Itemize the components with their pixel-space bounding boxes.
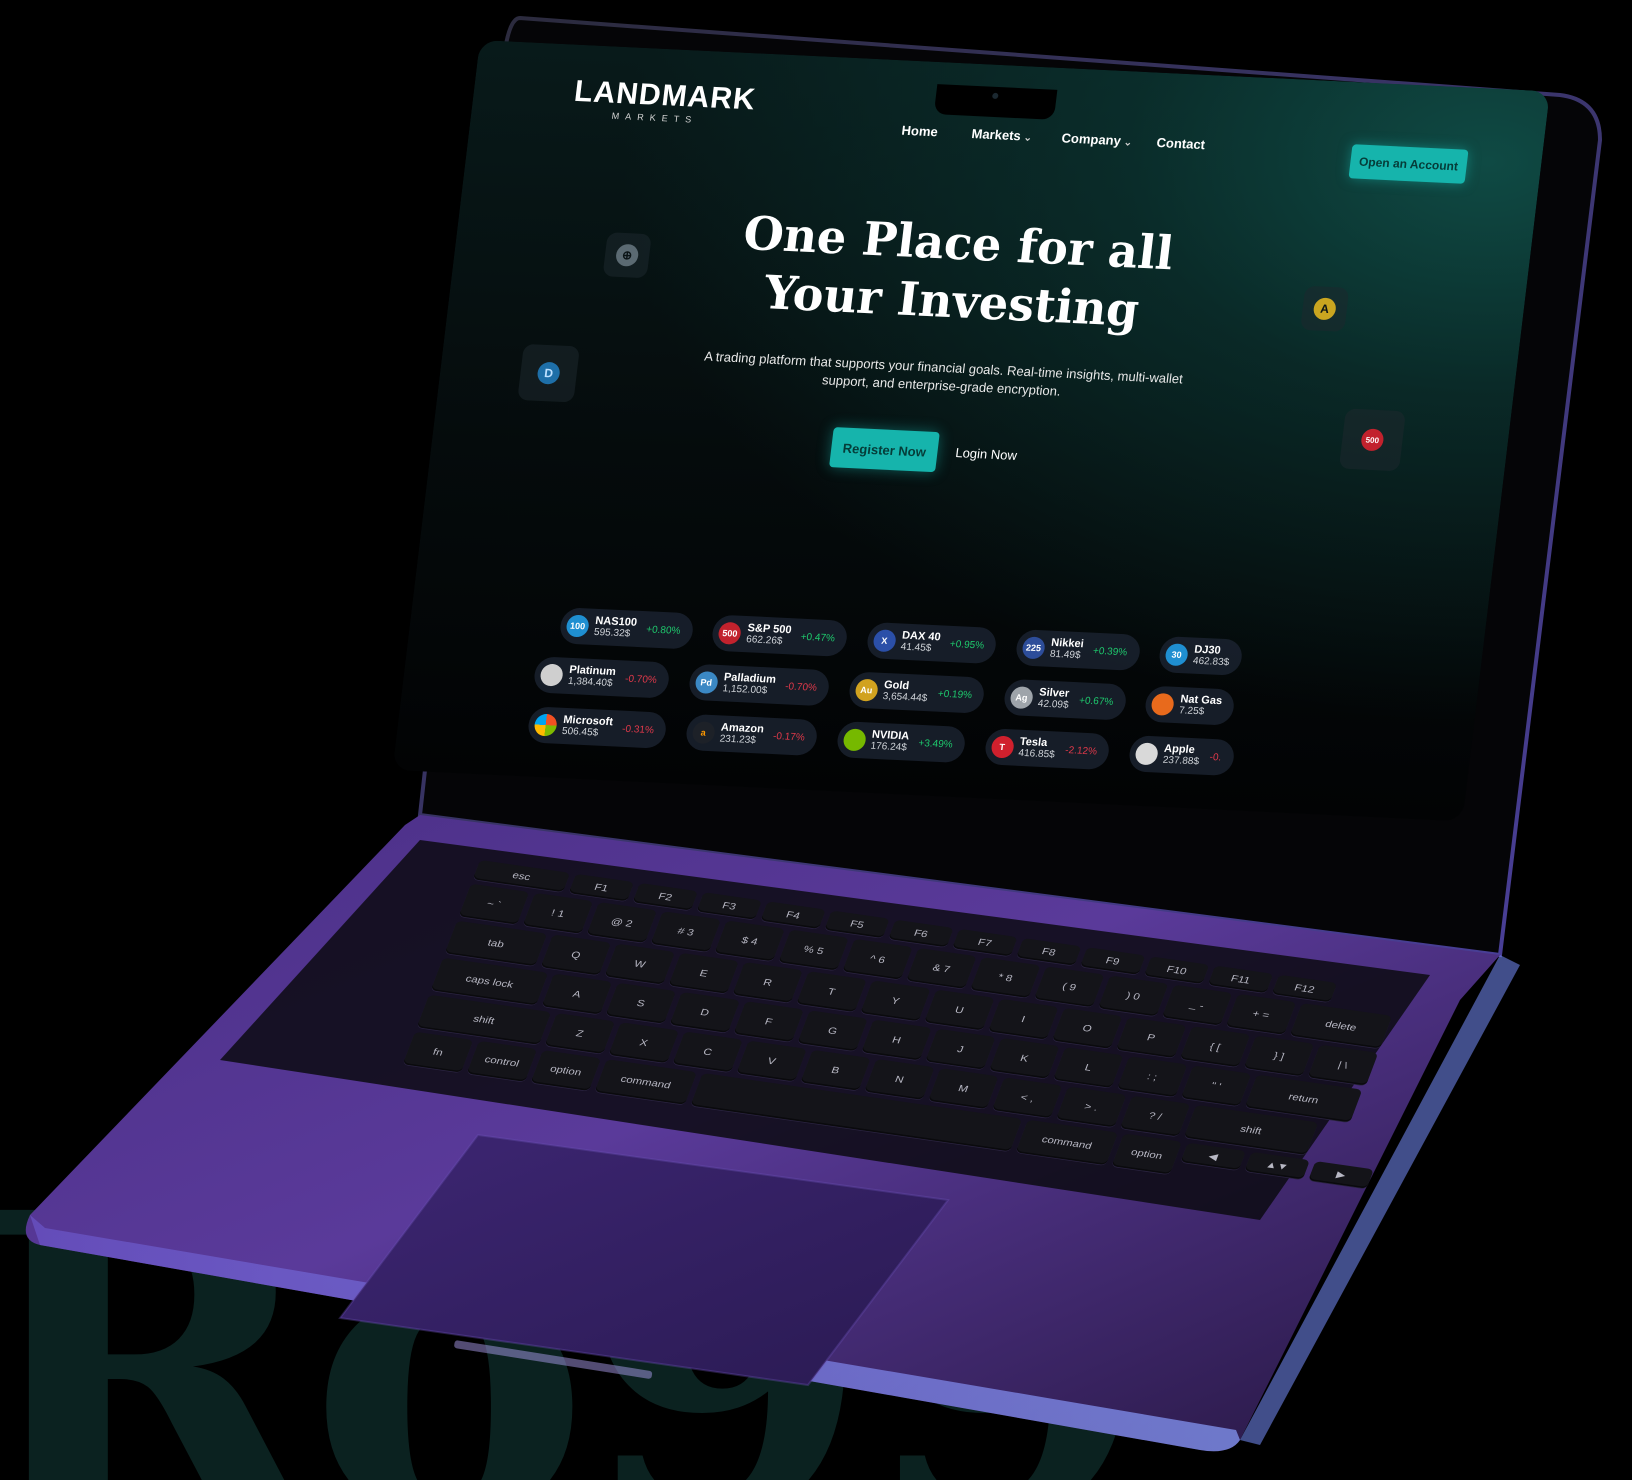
key-equals[interactable]: + =	[1225, 993, 1297, 1035]
key-g[interactable]: G	[797, 1010, 868, 1052]
key-quote[interactable]: " '	[1180, 1065, 1252, 1107]
key-l[interactable]: L	[1053, 1047, 1124, 1088]
key-n[interactable]: N	[864, 1058, 935, 1100]
key-5[interactable]: % 5	[778, 929, 849, 971]
key-6[interactable]: ^ 6	[842, 938, 913, 980]
key-1[interactable]: ! 1	[522, 892, 594, 934]
laptop-base	[25, 815, 1520, 1452]
key-v[interactable]: V	[736, 1040, 807, 1082]
key-option-right[interactable]: option	[1111, 1133, 1183, 1175]
key-q[interactable]: Q	[540, 934, 612, 976]
key-backtick[interactable]: ~ `	[458, 883, 530, 925]
key-2[interactable]: @ 2	[586, 902, 658, 943]
key-0[interactable]: ) 0	[1097, 975, 1169, 1017]
key-semicolon[interactable]: : ;	[1116, 1056, 1188, 1098]
key-y[interactable]: Y	[860, 980, 931, 1022]
key-z[interactable]: Z	[544, 1013, 616, 1054]
key-period[interactable]: > .	[1055, 1086, 1127, 1128]
key-arrow-up-down[interactable]: ▲▼	[1244, 1151, 1310, 1180]
key-backslash[interactable]: | \	[1307, 1044, 1379, 1086]
key-3[interactable]: # 3	[650, 911, 722, 953]
key-w[interactable]: W	[604, 943, 676, 985]
key-u[interactable]: U	[924, 989, 995, 1031]
key-7[interactable]: & 7	[906, 947, 977, 989]
key-b[interactable]: B	[800, 1049, 871, 1091]
key-s[interactable]: S	[605, 982, 677, 1024]
key-command-right[interactable]: command	[1015, 1119, 1119, 1166]
key-p[interactable]: P	[1115, 1017, 1187, 1058]
key-control[interactable]: control	[466, 1040, 538, 1082]
key-minus[interactable]: _ -	[1161, 984, 1233, 1026]
key-x[interactable]: X	[608, 1022, 680, 1064]
key-k[interactable]: K	[989, 1037, 1060, 1079]
key-option-left[interactable]: option	[530, 1050, 602, 1091]
key-t[interactable]: T	[796, 971, 867, 1013]
key-command-left[interactable]: command	[594, 1059, 698, 1105]
key-e[interactable]: E	[668, 952, 740, 994]
key-r[interactable]: R	[732, 961, 803, 1003]
key-comma[interactable]: < ,	[992, 1077, 1063, 1119]
key-9[interactable]: ( 9	[1034, 966, 1105, 1008]
key-i[interactable]: I	[988, 998, 1059, 1040]
key-h[interactable]: H	[861, 1019, 932, 1061]
key-4[interactable]: $ 4	[714, 920, 785, 962]
key-m[interactable]: M	[928, 1068, 999, 1110]
key-c[interactable]: C	[672, 1031, 743, 1073]
key-j[interactable]: J	[925, 1028, 996, 1070]
key-8[interactable]: * 8	[970, 957, 1041, 999]
key-slash[interactable]: ? /	[1119, 1095, 1191, 1137]
key-fn[interactable]: fn	[402, 1031, 474, 1073]
key-left-bracket[interactable]: { [	[1179, 1026, 1251, 1068]
key-d[interactable]: D	[669, 991, 741, 1033]
key-f[interactable]: F	[733, 1001, 804, 1043]
key-arrow-right[interactable]: ▶	[1308, 1161, 1374, 1189]
key-right-bracket[interactable]: } ]	[1243, 1035, 1315, 1077]
key-arrow-left[interactable]: ◀	[1180, 1142, 1246, 1171]
key-o[interactable]: O	[1051, 1007, 1123, 1049]
key-a[interactable]: A	[541, 973, 613, 1015]
